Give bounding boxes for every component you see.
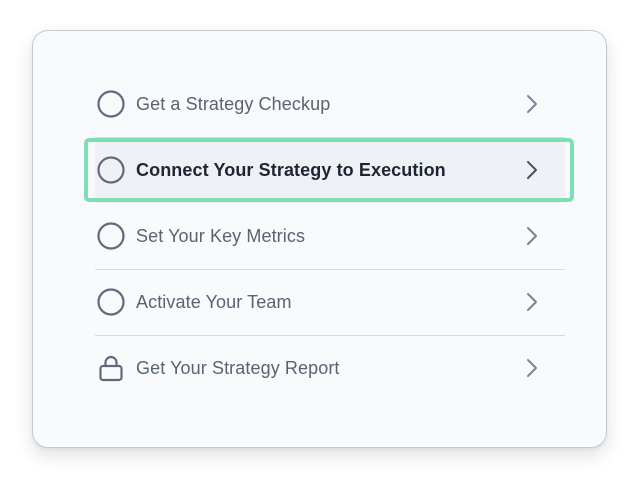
checklist-item-connect-strategy[interactable]: Connect Your Strategy to Execution [84,137,574,203]
chevron-right-icon [525,94,539,114]
checklist-card: Get a Strategy Checkup Connect Your Stra… [32,30,607,448]
checklist-item-strategy-checkup[interactable]: Get a Strategy Checkup [95,71,565,137]
checklist: Get a Strategy Checkup Connect Your Stra… [84,71,574,401]
checklist-item-label: Set Your Key Metrics [136,225,306,246]
chevron-right-icon [525,226,539,246]
checklist-item-label: Get Your Strategy Report [136,357,340,378]
chevron-right-icon [525,160,539,180]
lock-icon [96,353,126,383]
checklist-item-label: Get a Strategy Checkup [136,93,331,114]
checklist-item-label: Connect Your Strategy to Execution [136,159,446,180]
checklist-item-label: Activate Your Team [136,291,292,312]
checklist-item-activate-team[interactable]: Activate Your Team [95,269,565,335]
circle-icon [96,89,126,119]
checklist-item-key-metrics[interactable]: Set Your Key Metrics [95,203,565,269]
circle-icon [96,155,126,185]
checklist-item-strategy-report[interactable]: Get Your Strategy Report [95,335,565,401]
circle-icon [96,221,126,251]
chevron-right-icon [525,292,539,312]
chevron-right-icon [525,358,539,378]
circle-icon [96,287,126,317]
